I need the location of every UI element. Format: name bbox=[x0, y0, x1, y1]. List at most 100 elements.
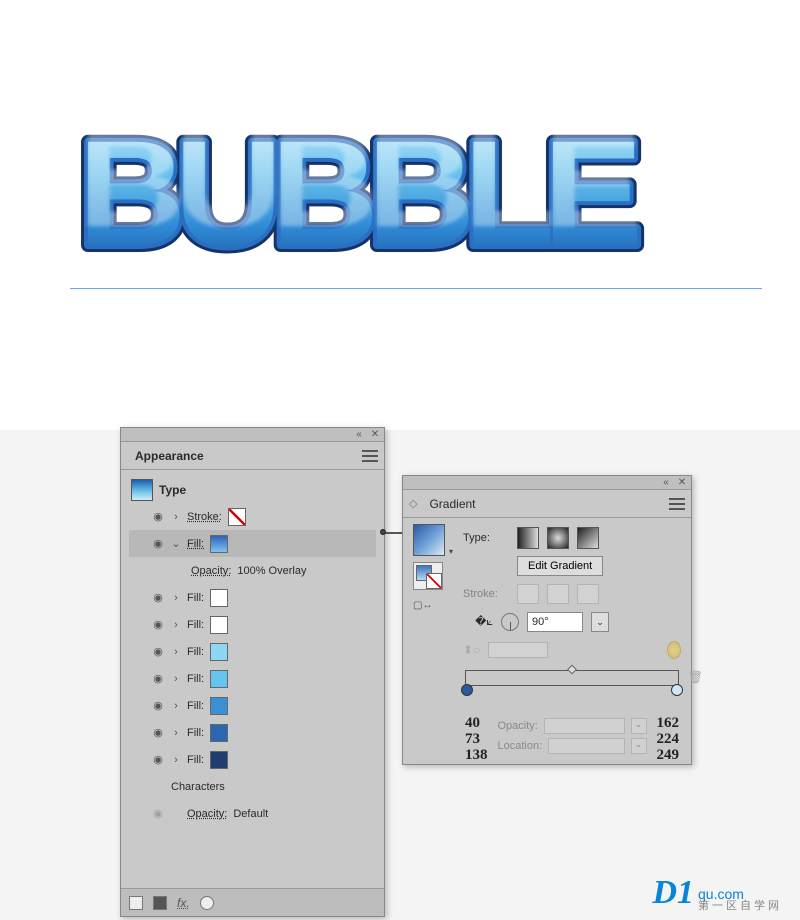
chevron-right-icon[interactable]: › bbox=[171, 647, 181, 657]
visibility-toggle[interactable]: ◉ bbox=[151, 537, 165, 551]
chevron-down-icon[interactable]: ▾ bbox=[449, 547, 453, 556]
reverse-gradient-icon[interactable]: ▢↔ bbox=[413, 600, 432, 611]
fill-row[interactable]: ◉ › Fill: bbox=[129, 665, 376, 692]
tab-appearance[interactable]: Appearance bbox=[127, 443, 212, 469]
row-label: Fill: bbox=[187, 754, 204, 766]
gradient-type-freeform[interactable] bbox=[577, 527, 599, 549]
stroke-swatch-mini-none[interactable] bbox=[426, 573, 442, 589]
rgb-right: 162 224 249 bbox=[657, 716, 680, 763]
panel-appearance: « ✕ Appearance Type ◉ › Stroke: ◉ ⌄ Fill… bbox=[120, 427, 385, 917]
watermark-sub: 第一区自学网 bbox=[698, 901, 782, 912]
fill-swatch[interactable] bbox=[210, 589, 228, 607]
stroke-row[interactable]: ◉ › Stroke: bbox=[129, 503, 376, 530]
rgb-g: 224 bbox=[657, 732, 680, 748]
gradient-left-col: ▾ ▢↔ bbox=[413, 524, 455, 763]
type-row: Type: bbox=[463, 524, 681, 552]
chevron-down-icon[interactable]: ⌄ bbox=[171, 539, 181, 549]
characters-row[interactable]: Characters bbox=[129, 773, 376, 800]
fill-swatch-gradient[interactable] bbox=[210, 535, 228, 553]
footer-icon-2[interactable] bbox=[153, 896, 167, 910]
fill-swatch[interactable] bbox=[210, 751, 228, 769]
tab-gradient[interactable]: Gradient bbox=[421, 491, 483, 517]
visibility-toggle[interactable]: ◉ bbox=[151, 807, 165, 821]
chevron-right-icon[interactable]: › bbox=[171, 620, 181, 630]
visibility-toggle[interactable]: ◉ bbox=[151, 699, 165, 713]
gradient-preview[interactable]: ▾ bbox=[413, 524, 445, 556]
fill-row[interactable]: ◉ › Fill: bbox=[129, 746, 376, 773]
fill-row[interactable]: ◉ › Fill: bbox=[129, 692, 376, 719]
visibility-toggle[interactable]: ◉ bbox=[151, 645, 165, 659]
angle-dial[interactable] bbox=[501, 613, 519, 631]
chevron-right-icon[interactable]: › bbox=[171, 701, 181, 711]
panel-gradient: « ✕ ◇ Gradient ▾ ▢↔ Type: bbox=[402, 475, 692, 765]
fill-swatch[interactable] bbox=[210, 724, 228, 742]
baseline-guide bbox=[70, 288, 762, 289]
stroke-option-2 bbox=[547, 584, 569, 604]
appearance-body: Type ◉ › Stroke: ◉ ⌄ Fill: Opacity: 100%… bbox=[121, 470, 384, 831]
panel-menu-icon[interactable] bbox=[669, 498, 685, 510]
chevron-right-icon[interactable]: › bbox=[171, 728, 181, 738]
opacity-value: Default bbox=[233, 808, 268, 820]
type-label: Type: bbox=[463, 532, 509, 544]
rgb-r: 40 bbox=[465, 716, 488, 732]
close-icon[interactable]: ✕ bbox=[370, 430, 380, 440]
visibility-toggle[interactable]: ◉ bbox=[151, 753, 165, 767]
gradient-type-radial[interactable] bbox=[547, 527, 569, 549]
opacity-subrow[interactable]: Opacity: 100% Overlay bbox=[129, 557, 376, 584]
fx-button[interactable]: fx. bbox=[177, 896, 190, 910]
chevron-right-icon[interactable]: › bbox=[171, 593, 181, 603]
bubble-text-art: BUBBLE BUBBLE BUBBLE BUBBLE bbox=[70, 85, 730, 305]
visibility-toggle[interactable]: ◉ bbox=[151, 672, 165, 686]
fill-swatch[interactable] bbox=[210, 697, 228, 715]
panel-menu-icon[interactable] bbox=[362, 450, 378, 462]
fill-swatch[interactable] bbox=[210, 670, 228, 688]
opacity-label: Opacity: bbox=[187, 808, 227, 820]
panel-footer: fx. bbox=[121, 888, 384, 916]
aspect-ratio-icon: ⬍○ bbox=[463, 643, 480, 657]
gradient-type-linear[interactable] bbox=[517, 527, 539, 549]
chevron-right-icon[interactable]: › bbox=[171, 512, 181, 522]
fill-row-gradient[interactable]: ◉ ⌄ Fill: bbox=[129, 530, 376, 557]
artboard: BUBBLE BUBBLE BUBBLE BUBBLE bbox=[0, 0, 800, 430]
opacity-value: 100% Overlay bbox=[237, 565, 306, 577]
edit-gradient-button[interactable]: Edit Gradient bbox=[517, 556, 603, 576]
collapse-icon[interactable]: « bbox=[354, 430, 364, 440]
fill-row[interactable]: ◉ › Fill: bbox=[129, 638, 376, 665]
gradient-right-col: Type: Edit Gradient Stroke: �⟀ bbox=[463, 524, 681, 763]
chevron-right-icon[interactable]: › bbox=[171, 674, 181, 684]
color-stop-left[interactable] bbox=[461, 684, 473, 696]
angle-row: �⟀ 90° ⌄ bbox=[463, 608, 681, 636]
panel-titlebar: « ✕ bbox=[403, 476, 691, 490]
fill-swatch[interactable] bbox=[210, 616, 228, 634]
fill-row[interactable]: ◉ › Fill: bbox=[129, 719, 376, 746]
type-label: Type bbox=[159, 483, 186, 497]
fill-row[interactable]: ◉ › Fill: bbox=[129, 584, 376, 611]
fill-swatch[interactable] bbox=[210, 643, 228, 661]
dropdown-caret-icon[interactable]: ◇ bbox=[409, 497, 417, 510]
watermark-logo: D1 bbox=[652, 874, 694, 912]
close-icon[interactable]: ✕ bbox=[677, 478, 687, 488]
stroke-swatch-none[interactable] bbox=[228, 508, 246, 526]
gradient-slider[interactable]: 🗑 bbox=[465, 670, 679, 710]
rgb-b: 138 bbox=[465, 748, 488, 764]
type-thumbnail[interactable] bbox=[131, 479, 153, 501]
aspect-input bbox=[488, 642, 548, 658]
collapse-icon[interactable]: « bbox=[661, 478, 671, 488]
visibility-toggle[interactable]: ◉ bbox=[151, 510, 165, 524]
color-stop-right[interactable] bbox=[671, 684, 683, 696]
row-label: Fill: bbox=[187, 619, 204, 631]
fill-stroke-swatches[interactable] bbox=[413, 562, 443, 590]
chevron-right-icon[interactable]: › bbox=[171, 755, 181, 765]
panel-titlebar: « ✕ bbox=[121, 428, 384, 442]
default-opacity-row[interactable]: ◉ Opacity: Default bbox=[129, 800, 376, 827]
watermark-domain: qu.com bbox=[698, 887, 782, 901]
visibility-toggle[interactable]: ◉ bbox=[151, 726, 165, 740]
delete-stop-icon[interactable]: 🗑 bbox=[688, 670, 703, 684]
footer-icon-1[interactable] bbox=[129, 896, 143, 910]
visibility-toggle[interactable]: ◉ bbox=[151, 591, 165, 605]
footer-icon-3[interactable] bbox=[200, 896, 214, 910]
fill-row[interactable]: ◉ › Fill: bbox=[129, 611, 376, 638]
visibility-toggle[interactable]: ◉ bbox=[151, 618, 165, 632]
angle-dropdown[interactable]: ⌄ bbox=[591, 612, 609, 632]
angle-input[interactable]: 90° bbox=[527, 612, 583, 632]
